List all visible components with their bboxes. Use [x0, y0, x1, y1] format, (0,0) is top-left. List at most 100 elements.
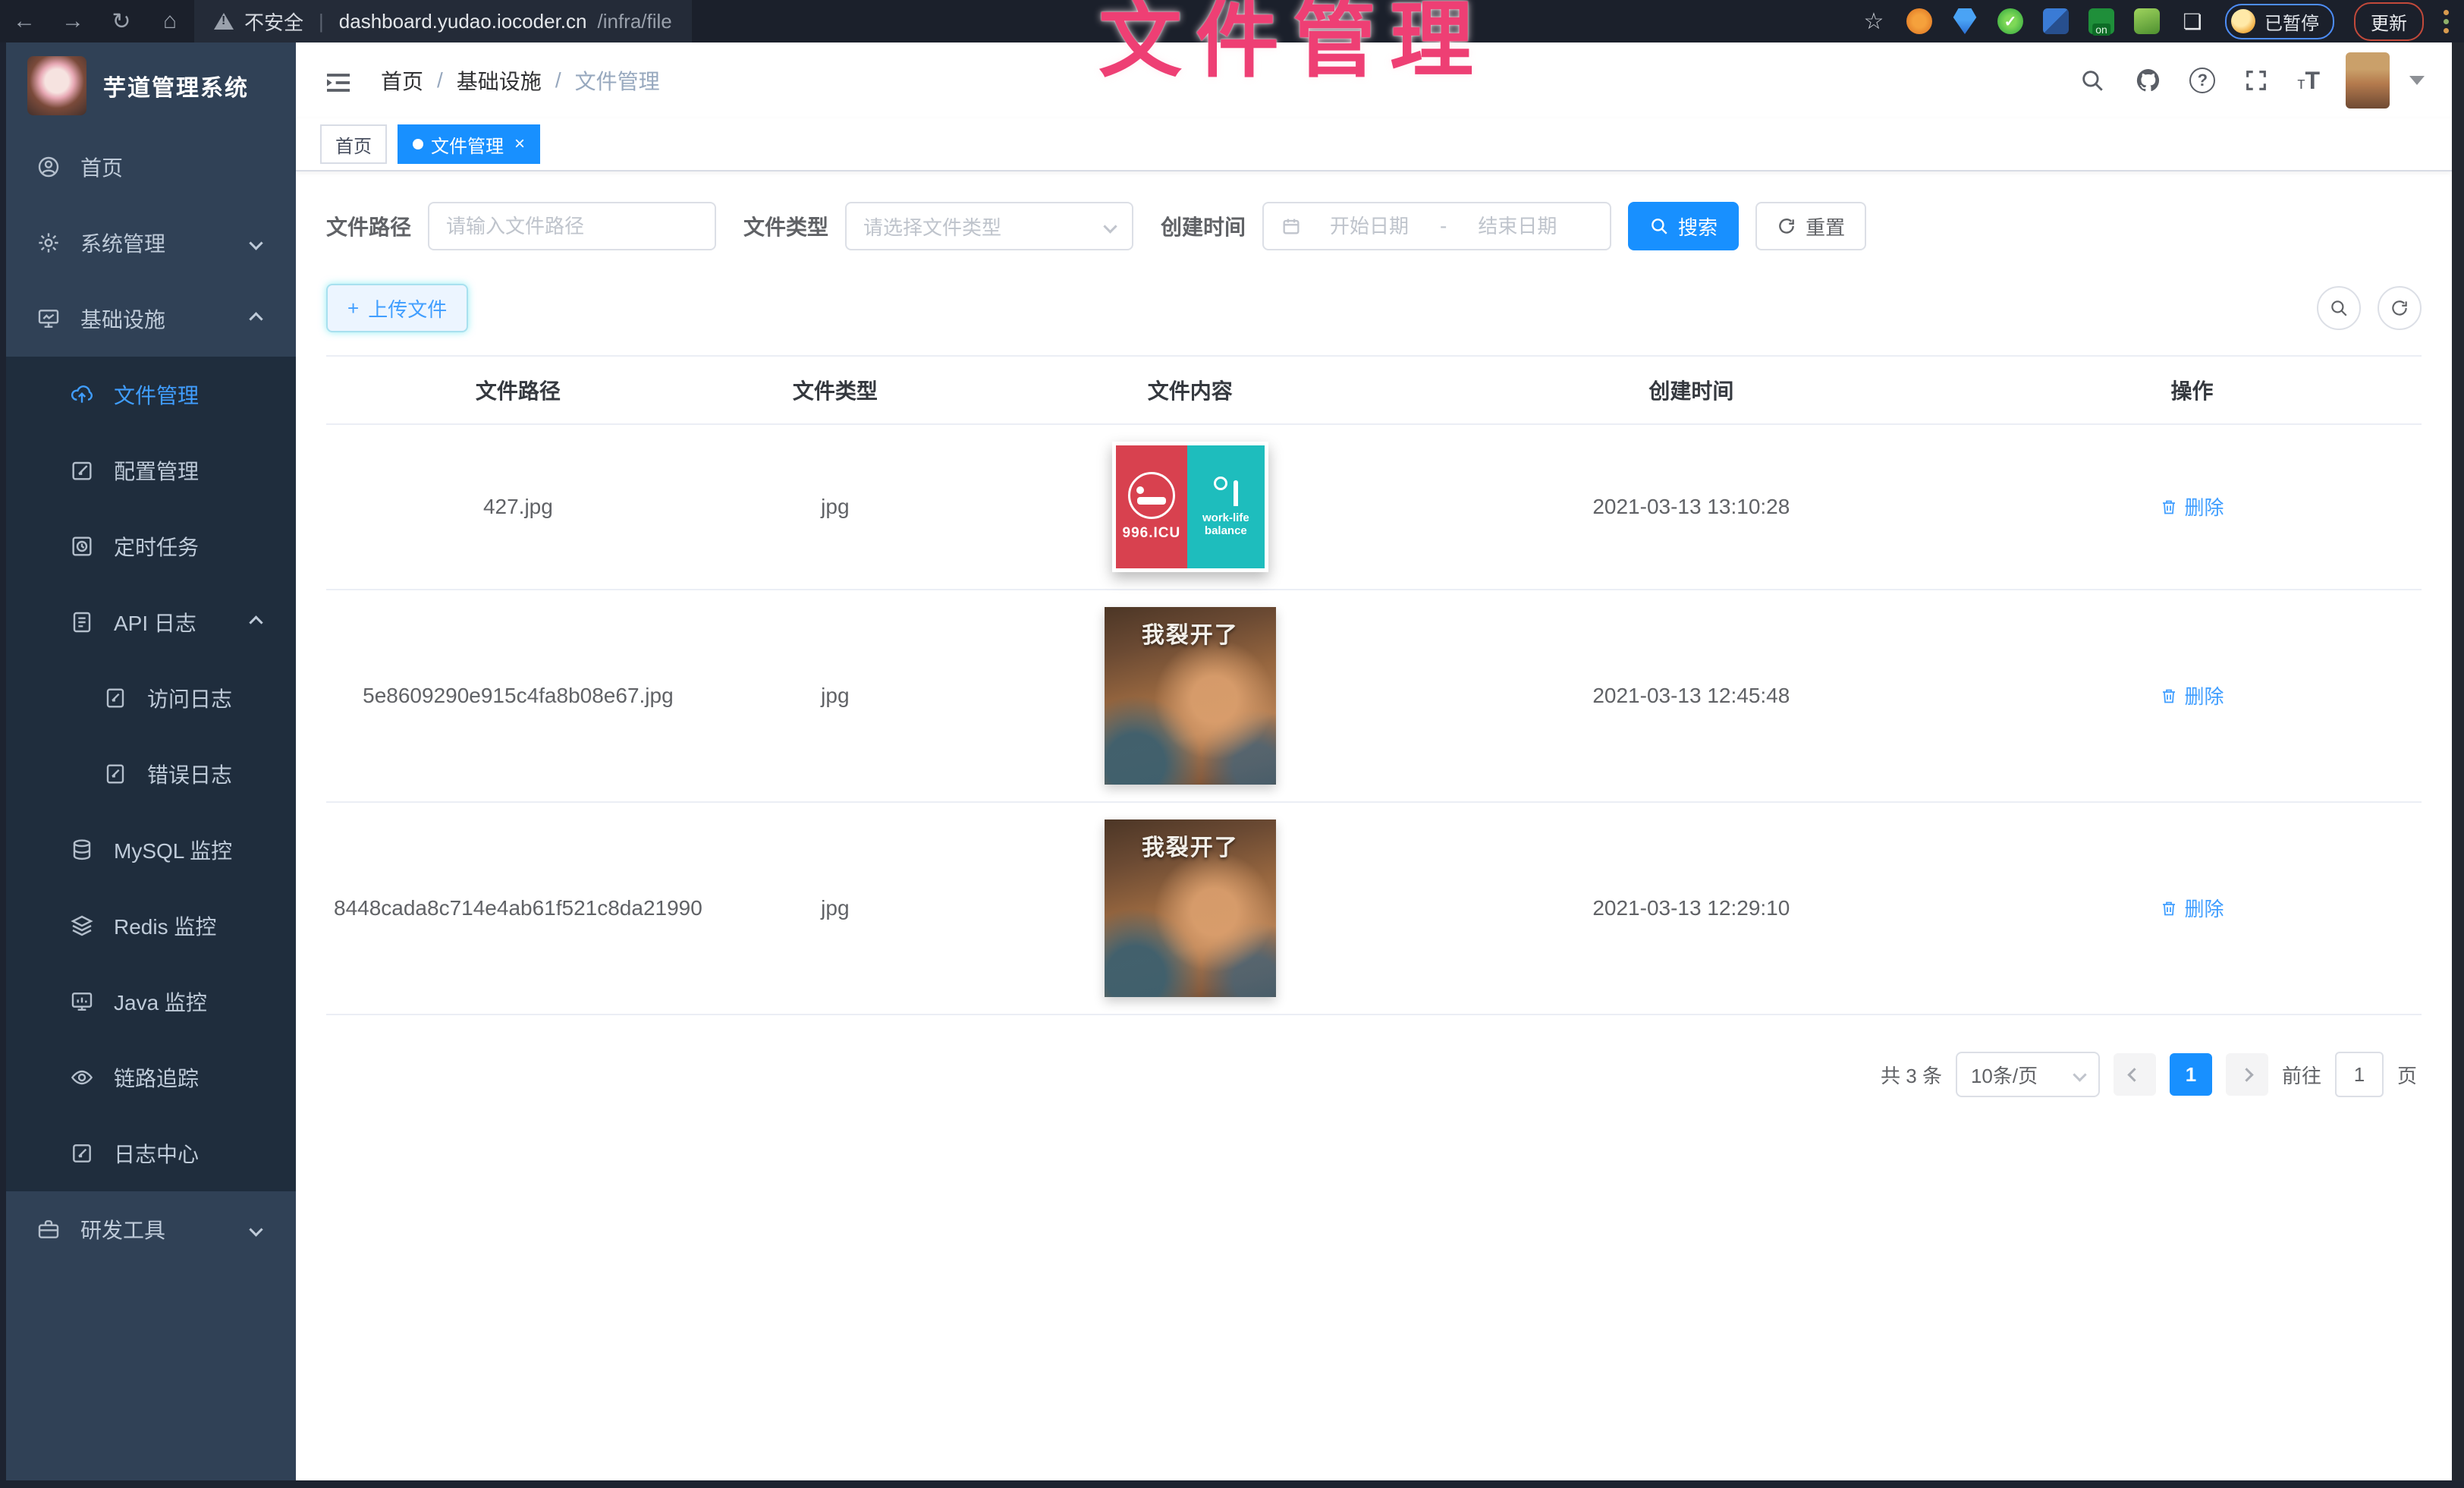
reset-button[interactable]: 重置: [1755, 202, 1866, 250]
start-date-input[interactable]: [1312, 215, 1426, 238]
extension-check-icon[interactable]: ✓: [1997, 8, 2023, 34]
extension-leaf-icon[interactable]: [2134, 8, 2160, 34]
sidebar-item-file-management[interactable]: 文件管理: [6, 357, 296, 433]
bookmark-star-icon[interactable]: ☆: [1861, 8, 1887, 34]
file-thumbnail-baby: 我裂开了: [1105, 607, 1276, 785]
sidebar-item-label: 访问日志: [147, 683, 296, 713]
delete-button[interactable]: 删除: [2160, 492, 2224, 521]
close-icon[interactable]: ×: [514, 134, 525, 155]
breadcrumb-home[interactable]: 首页: [381, 65, 423, 96]
help-icon[interactable]: ?: [2189, 68, 2215, 93]
upload-button-label: 上传文件: [368, 294, 447, 322]
sidebar-item-mysql-monitor[interactable]: MySQL 监控: [6, 812, 296, 888]
sidebar-item-dev-tools[interactable]: 研发工具: [6, 1191, 296, 1267]
extension-on-icon[interactable]: [2088, 8, 2114, 34]
prev-page-button[interactable]: [2114, 1053, 2156, 1096]
refresh-icon[interactable]: [2378, 286, 2422, 330]
font-size-icon[interactable]: тT: [2297, 67, 2320, 95]
hamburger-icon[interactable]: [323, 68, 354, 93]
sidebar-item-label: 配置管理: [114, 455, 296, 486]
next-page-button[interactable]: [2226, 1053, 2268, 1096]
address-bar[interactable]: 不安全 | dashboard.yudao.iocoder.cn/infra/f…: [194, 0, 692, 42]
delete-button[interactable]: 删除: [2160, 681, 2224, 709]
page-size-select[interactable]: 10条/页: [1956, 1052, 2100, 1097]
page-number-button[interactable]: 1: [2170, 1053, 2212, 1096]
search-button[interactable]: 搜索: [1628, 202, 1739, 250]
sidebar-submenu-infrastructure: 文件管理 配置管理 定时任务 API 日志 访问日志: [6, 357, 296, 1191]
sidebar-item-access-log[interactable]: 访问日志: [6, 660, 296, 736]
extension-icon[interactable]: [1906, 8, 1932, 34]
sidebar-item-home[interactable]: 首页: [6, 129, 296, 205]
col-file-path: 文件路径: [326, 356, 710, 424]
file-type-select[interactable]: 请选择文件类型: [845, 202, 1133, 250]
window-edge-right: [2452, 42, 2464, 1488]
sidebar-item-label: 首页: [80, 152, 296, 182]
tab-home[interactable]: 首页: [320, 124, 387, 164]
extension-pin-icon[interactable]: [1952, 8, 1978, 34]
sidebar-item-api-log[interactable]: API 日志: [6, 584, 296, 660]
home-icon[interactable]: ⌂: [146, 8, 194, 34]
sidebar-item-config-management[interactable]: 配置管理: [6, 433, 296, 508]
sidebar-item-java-monitor[interactable]: Java 监控: [6, 964, 296, 1040]
user-avatar[interactable]: [2346, 52, 2390, 109]
col-created-time: 创建时间: [1420, 356, 1963, 424]
bed-icon: [1128, 472, 1175, 519]
log-center-icon: [70, 1141, 94, 1166]
cell-created-time: 2021-03-13 12:29:10: [1420, 802, 1963, 1015]
end-date-input[interactable]: [1460, 215, 1574, 238]
file-path-input[interactable]: [446, 215, 698, 238]
log-icon: [70, 610, 94, 634]
col-actions: 操作: [1963, 356, 2422, 424]
page-unit-label: 页: [2397, 1061, 2417, 1089]
fullscreen-icon[interactable]: [2241, 65, 2271, 96]
reload-icon[interactable]: ↻: [97, 8, 146, 35]
toggle-search-icon[interactable]: [2317, 286, 2361, 330]
update-button[interactable]: 更新: [2354, 2, 2424, 41]
table-toolbar: + 上传文件: [326, 284, 2422, 332]
file-thumbnail-baby: 我裂开了: [1105, 820, 1276, 997]
browser-menu-icon[interactable]: [2444, 10, 2449, 33]
cell-file-path: 5e8609290e915c4fa8b08e67.jpg: [326, 590, 710, 802]
breadcrumb-infrastructure[interactable]: 基础设施: [457, 65, 542, 96]
browser-chrome: ← → ↻ ⌂ 不安全 | dashboard.yudao.iocoder.cn…: [0, 0, 2464, 42]
sidebar-item-label: 定时任务: [114, 531, 296, 562]
delete-button[interactable]: 删除: [2160, 894, 2224, 922]
window-edge-left: [0, 42, 6, 1488]
monitor-icon: [36, 307, 61, 331]
caret-down-icon[interactable]: [2409, 76, 2425, 85]
upload-file-button[interactable]: + 上传文件: [326, 284, 468, 332]
table-row: 427.jpg jpg 996.ICU: [326, 424, 2422, 590]
edit-icon: [70, 458, 94, 483]
sidebar-item-infrastructure[interactable]: 基础设施: [6, 281, 296, 357]
header-search-icon[interactable]: [2077, 65, 2107, 96]
tab-file-management[interactable]: 文件管理 ×: [398, 124, 540, 164]
file-thumbnail-996icu: 996.ICU work-life balance: [1112, 442, 1268, 572]
extension-grid-icon[interactable]: [2043, 8, 2069, 34]
thumb-right-text: work-life balance: [1187, 511, 1265, 537]
sidebar-item-redis-monitor[interactable]: Redis 监控: [6, 888, 296, 964]
sidebar-item-scheduled-tasks[interactable]: 定时任务: [6, 508, 296, 584]
sidebar-item-system[interactable]: 系统管理: [6, 205, 296, 281]
timer-icon: [70, 534, 94, 558]
date-range-picker[interactable]: -: [1262, 202, 1611, 250]
goto-page-input[interactable]: [2335, 1052, 2384, 1097]
tab-label: 首页: [335, 131, 372, 158]
sidebar-item-error-log[interactable]: 错误日志: [6, 736, 296, 812]
gear-icon: [36, 231, 61, 255]
forward-icon[interactable]: →: [49, 8, 97, 34]
col-file-content: 文件内容: [960, 356, 1420, 424]
back-icon[interactable]: ←: [0, 8, 49, 34]
thumb-left-text: 996.ICU: [1123, 525, 1181, 542]
chevron-down-icon: [1103, 219, 1117, 233]
sidebar-item-label: MySQL 监控: [114, 835, 296, 865]
profile-paused-pill[interactable]: 已暂停: [2225, 4, 2334, 39]
sidebar-item-label: 研发工具: [80, 1214, 231, 1244]
sidebar-item-trace[interactable]: 链路追踪: [6, 1040, 296, 1115]
layers-icon: [70, 914, 94, 938]
create-time-label: 创建时间: [1161, 211, 1246, 241]
col-file-type: 文件类型: [710, 356, 960, 424]
extensions-puzzle-icon[interactable]: ❏: [2180, 8, 2205, 34]
sidebar-logo-row[interactable]: 芋道管理系统: [6, 42, 296, 129]
sidebar-item-log-center[interactable]: 日志中心: [6, 1115, 296, 1191]
github-icon[interactable]: [2133, 65, 2164, 96]
